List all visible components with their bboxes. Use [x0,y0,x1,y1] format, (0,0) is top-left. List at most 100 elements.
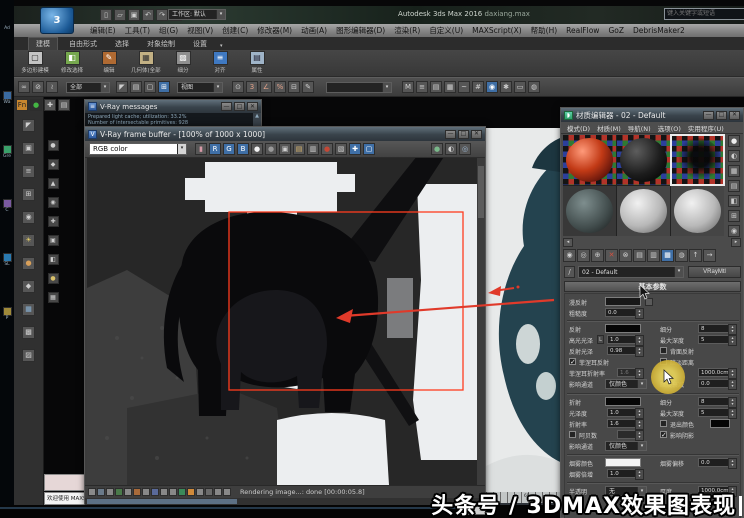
reflect-max-depth-spinner[interactable]: 5 [698,335,737,346]
duplicate-buffer-icon[interactable]: ▧ [335,143,347,155]
menu-item[interactable]: RealFlow [562,26,603,35]
shape-icon[interactable]: ◆ [22,280,35,293]
material-slot-6[interactable] [671,186,724,236]
light-icon[interactable]: ☀ [22,234,35,247]
desktop-shortcut-icon[interactable] [2,307,12,316]
vertical-scrollbar[interactable] [477,158,485,485]
put-to-library-icon[interactable]: ▤ [633,249,646,262]
edit-named-sets-icon[interactable]: ✎ [302,81,314,93]
desktop-shortcut-icon[interactable] [2,253,12,262]
display-panel-icon[interactable]: ▣ [22,142,35,155]
show-end-result-icon[interactable]: ◍ [675,249,688,262]
panel-icon[interactable]: ● [47,140,59,151]
redo-icon[interactable]: ↷ [156,9,168,21]
layers-panel-icon[interactable]: ≡ [22,165,35,178]
minimize-button[interactable]: — [221,102,232,111]
unlink-selection-icon[interactable]: ⊘ [32,81,44,93]
menu-item[interactable]: 视图(V) [183,25,217,36]
tab-object-paint[interactable]: 对象绘制 [140,38,182,50]
menu-item[interactable]: 模式(D) [564,123,593,133]
menu-item[interactable]: 创建(C) [218,25,252,36]
put-material-to-scene-icon[interactable]: ◎ [577,249,590,262]
tools-icon[interactable]: ✚ [44,99,56,111]
pixel-information-icon[interactable]: ◎ [459,143,471,155]
ribbon-toggle-icon[interactable]: ▦ [444,81,456,93]
glossiness-lock-button[interactable]: L [597,335,604,344]
ribbon-minimize-icon[interactable]: ▾ [218,42,225,50]
desktop-shortcut-icon[interactable] [2,145,12,154]
show-last-vfb-icon[interactable] [97,488,105,496]
green-channel-icon[interactable]: G [223,143,235,155]
panel-icon[interactable]: ◉ [47,197,59,208]
material-slot-3-active[interactable] [670,134,725,186]
menu-item[interactable]: 渲染(R) [390,25,424,36]
maximize-button[interactable]: □ [234,102,245,111]
menu-item[interactable]: 帮助(H) [527,25,562,36]
menu-item[interactable]: 工具(T) [121,25,154,36]
fb-tool-icon[interactable] [160,488,168,496]
list-icon[interactable]: ▤ [58,99,70,111]
menu-item[interactable]: 实用程序(U) [685,123,727,133]
ribbon-panel[interactable]: ▩ 细分 [168,51,198,76]
save-file-icon[interactable]: ▣ [128,9,140,21]
region-render-icon[interactable]: ▢ [363,143,375,155]
material-type-button[interactable]: VRayMtl [688,266,741,278]
video-color-check-icon[interactable]: ◧ [728,195,740,207]
layer-manager-icon[interactable]: ▤ [430,81,442,93]
select-and-link-icon[interactable]: ∞ [18,81,30,93]
helper-icon[interactable]: ▩ [22,326,35,339]
maximize-button[interactable]: □ [458,129,469,139]
force-color-clamping-icon[interactable]: ● [431,143,443,155]
3dsmax-app-button[interactable]: 3 [40,7,74,34]
backlight-icon[interactable]: ◐ [728,150,740,162]
tab-freeform[interactable]: 自由形式 [62,38,104,50]
material-name-dropdown[interactable]: 02 - Default [578,266,684,278]
refract-affect-channels-dropdown[interactable]: 仅颜色 [605,441,647,451]
reflect-glossiness-spinner[interactable]: 0.98 [607,346,644,357]
panel-icon[interactable]: ▲ [47,178,59,189]
load-image-icon[interactable]: ▤ [293,143,305,155]
roughness-spinner[interactable]: 0.0 [605,308,644,319]
material-slot-1[interactable] [563,135,616,185]
material-sample-icon[interactable]: ● [22,257,35,270]
grid-icon[interactable]: ⊞ [22,188,35,201]
go-to-parent-icon[interactable]: ↑ [689,249,702,262]
maximize-button[interactable]: □ [716,110,727,120]
fb-tool-icon[interactable] [187,488,195,496]
schematic-view-icon[interactable]: # [472,81,484,93]
reflect-subdivs-spinner[interactable]: 8 [698,324,737,335]
material-slot-5[interactable] [617,186,670,236]
stop-render-icon[interactable] [88,488,96,496]
panel-icon[interactable]: ● [47,273,59,284]
select-tool-icon[interactable]: ◤ [22,119,35,132]
close-button[interactable]: ✕ [247,102,258,111]
percent-snap-icon[interactable]: % [274,81,286,93]
modify-selection-icon[interactable]: ◧ [64,51,80,65]
abbe-checkbox[interactable] [569,431,576,438]
fog-color-swatch[interactable] [605,458,641,467]
go-forward-to-sibling-icon[interactable]: → [703,249,716,262]
ribbon-panel[interactable]: ▤ 属性 [242,51,272,76]
camera-icon[interactable]: ◉ [22,211,35,224]
refract-glossiness-spinner[interactable]: 1.0 [607,408,644,419]
subdivision-icon[interactable]: ▩ [175,51,191,65]
basic-parameters-rollout[interactable]: 基本参数 [564,281,741,292]
rectangular-region-icon[interactable]: ▢ [144,81,156,93]
tab-settings[interactable]: 设置 [186,38,214,50]
reset-map-icon[interactable]: ✕ [605,249,618,262]
desktop-shortcut-icon[interactable] [2,199,12,208]
fn-toolbar-icon[interactable]: Fn [16,99,28,111]
blue-channel-icon[interactable]: B [237,143,249,155]
select-by-material-icon[interactable]: ◉ [728,225,740,237]
exit-color-swatch[interactable] [710,419,730,428]
fb-tool-icon[interactable] [169,488,177,496]
copy-to-clipboard-icon[interactable]: ▥ [307,143,319,155]
close-button[interactable]: ✕ [471,129,482,139]
menu-item[interactable]: 动画(A) [297,25,331,36]
geometry-all-icon[interactable]: ▦ [138,51,154,65]
menu-item[interactable]: 编辑(E) [86,25,120,36]
menu-item[interactable]: MAXScript(X) [468,26,525,35]
fb-tool-icon[interactable] [133,488,141,496]
fb-tool-icon[interactable] [115,488,123,496]
exit-color-checkbox[interactable] [660,420,667,427]
